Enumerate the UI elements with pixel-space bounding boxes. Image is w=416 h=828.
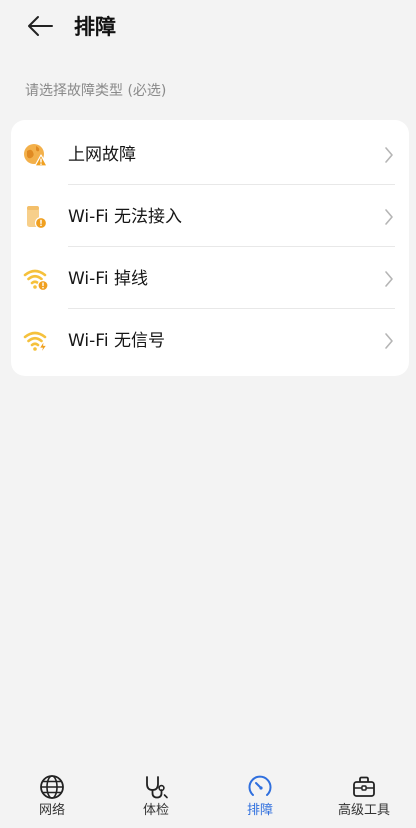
chevron-right-icon xyxy=(385,333,393,349)
fault-item-label: Wi-Fi 掉线 xyxy=(68,269,148,289)
fault-item-wifi-drop[interactable]: Wi-Fi 掉线 xyxy=(11,247,409,309)
chevron-right-icon xyxy=(385,271,393,287)
arrow-left-icon xyxy=(28,16,53,36)
fault-item-wifi-no-signal[interactable]: Wi-Fi 无信号 xyxy=(11,309,409,371)
globe-warning-icon xyxy=(24,144,48,167)
nav-item-troubleshoot[interactable]: 排障 xyxy=(208,764,312,828)
toolbox-icon xyxy=(353,776,375,797)
fault-item-label: Wi-Fi 无法接入 xyxy=(68,207,182,227)
chevron-right-icon xyxy=(385,147,393,163)
stethoscope-icon xyxy=(146,776,168,799)
bottom-nav: 网络 体检 排障 高级工具 xyxy=(0,764,416,828)
router-warning-icon xyxy=(27,206,48,230)
app-header: 排障 xyxy=(0,0,416,56)
nav-label: 高级工具 xyxy=(337,803,390,818)
fault-item-internet[interactable]: 上网故障 xyxy=(11,123,409,185)
fault-item-label: Wi-Fi 无信号 xyxy=(68,331,165,351)
wifi-warning-icon xyxy=(23,269,49,292)
troubleshoot-page: 排障 请选择故障类型 (必选) 上网故障 Wi-Fi 无法接入 Wi-Fi 掉线… xyxy=(0,0,416,828)
chevron-right-icon xyxy=(385,209,393,225)
nav-item-network[interactable]: 网络 xyxy=(0,764,104,828)
fault-item-wifi-cannot-connect[interactable]: Wi-Fi 无法接入 xyxy=(11,185,409,247)
fault-type-list: 上网故障 Wi-Fi 无法接入 Wi-Fi 掉线 Wi-Fi 无信号 xyxy=(11,120,409,376)
nav-label: 排障 xyxy=(246,803,273,818)
fault-item-label: 上网故障 xyxy=(68,145,136,165)
back-button[interactable] xyxy=(22,10,58,42)
nav-label: 体检 xyxy=(142,803,169,818)
globe-icon xyxy=(40,775,64,799)
nav-item-checkup[interactable]: 体检 xyxy=(104,764,208,828)
page-title: 排障 xyxy=(74,15,116,39)
section-label: 请选择故障类型 (必选) xyxy=(25,83,167,99)
speedometer-icon xyxy=(248,775,272,796)
wifi-lightning-icon xyxy=(23,331,47,354)
nav-label: 网络 xyxy=(38,803,65,818)
nav-item-advanced-tools[interactable]: 高级工具 xyxy=(312,764,416,828)
